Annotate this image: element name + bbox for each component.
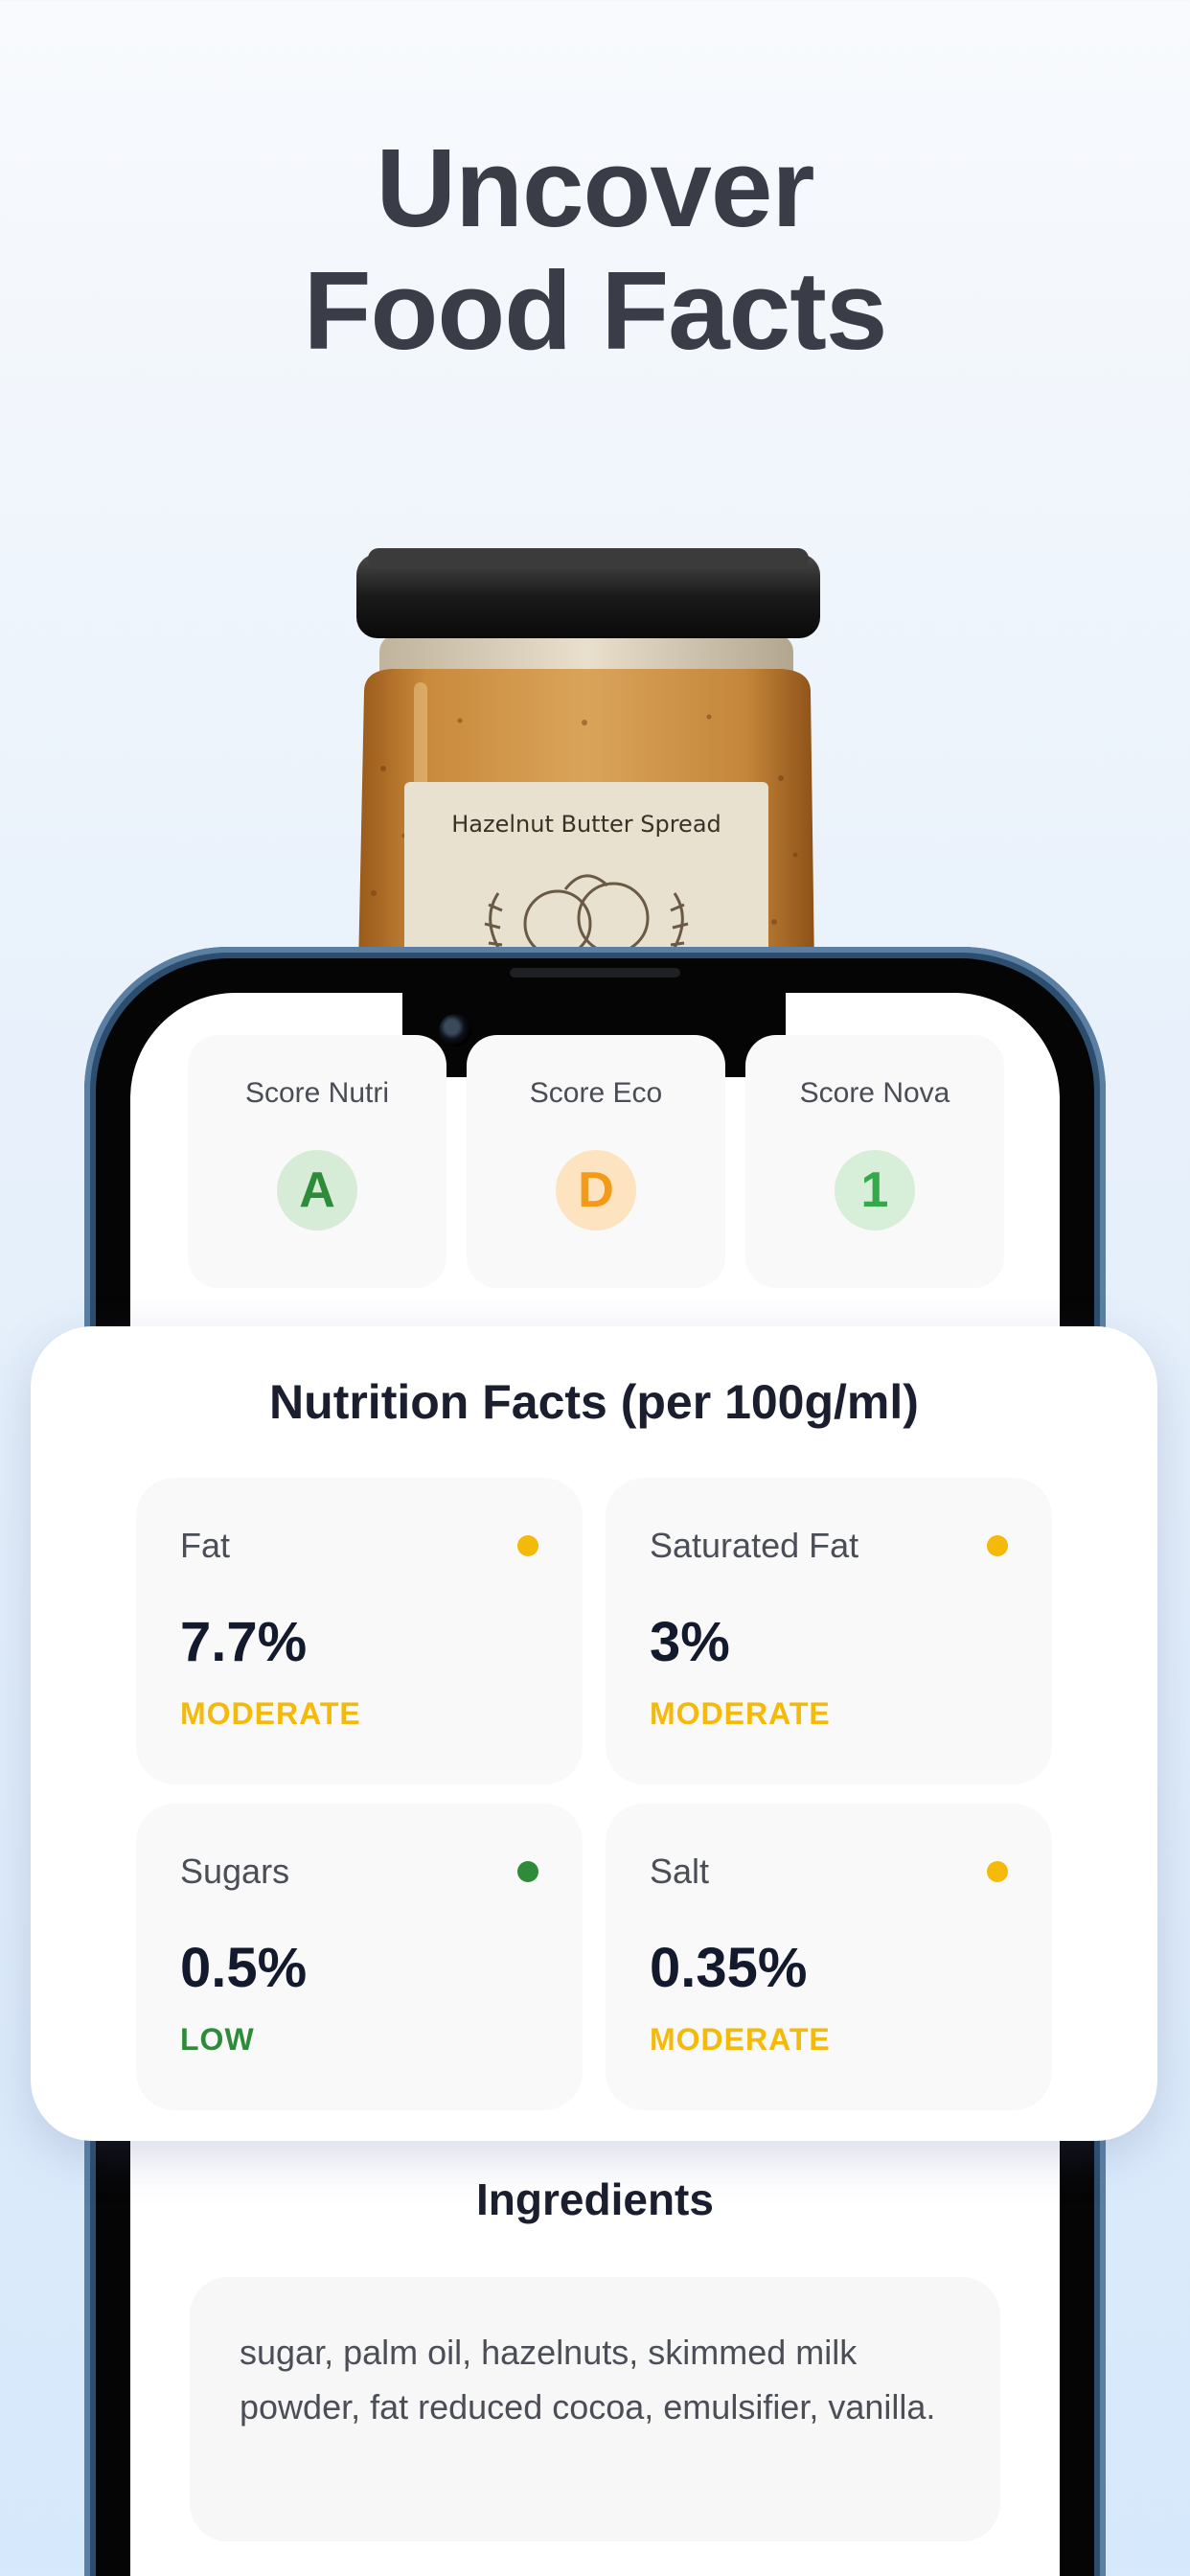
level-dot-icon [987,1861,1008,1882]
nutrient-card-fat[interactable]: Fat 7.7% MODERATE [136,1478,583,1784]
eco-score-badge: D [556,1150,636,1230]
phone-speaker [510,968,680,978]
nutrient-label: Sugars [180,1852,290,1891]
nutrition-facts-panel: Nutrition Facts (per 100g/ml) Fat 7.7% M… [31,1326,1157,2141]
headline-line-2: Food Facts [303,248,888,373]
nutrient-value: 0.35% [650,1937,808,1999]
nutrient-level: MODERATE [650,1696,831,1731]
score-card-nutri[interactable]: Score Nutri A [188,1035,446,1288]
ingredients-box: sugar, palm oil, hazelnuts, skimmed milk… [190,2277,1000,2542]
nutrient-level: MODERATE [650,2022,831,2057]
nutrient-label: Saturated Fat [650,1526,859,1565]
jar-label-text: Hazelnut Butter Spread [451,811,721,838]
front-camera-icon [439,1014,471,1046]
nutri-score-badge: A [277,1150,357,1230]
score-card-eco[interactable]: Score Eco D [467,1035,725,1288]
product-jar-image: Hazelnut Butter Spread [356,548,820,970]
level-dot-icon [987,1535,1008,1556]
ingredients-title: Ingredients [476,2174,714,2224]
score-title: Score Eco [529,1077,663,1109]
nutrient-card-salt[interactable]: Salt 0.35% MODERATE [606,1804,1052,2110]
ingredients-text: sugar, palm oil, hazelnuts, skimmed milk… [240,2333,936,2426]
headline: Uncover Food Facts [0,126,1190,372]
level-dot-icon [517,1861,538,1882]
nutrition-facts-title: Nutrition Facts (per 100g/ml) [269,1375,919,1429]
level-dot-icon [517,1535,538,1556]
score-title: Score Nutri [244,1077,390,1109]
nutrient-value: 0.5% [180,1937,308,1999]
nutrient-label: Fat [180,1526,231,1565]
headline-line-1: Uncover [376,126,814,250]
nutrient-value: 7.7% [180,1611,308,1673]
nutrient-value: 3% [650,1611,730,1673]
nova-score-badge: 1 [835,1150,915,1230]
nutrient-card-saturated-fat[interactable]: Saturated Fat 3% MODERATE [606,1478,1052,1784]
nutrient-level: MODERATE [180,1696,361,1731]
nutrient-level: LOW [180,2022,255,2057]
nutrient-label: Salt [650,1852,710,1891]
nutrient-card-sugars[interactable]: Sugars 0.5% LOW [136,1804,583,2110]
score-card-nova[interactable]: Score Nova 1 [745,1035,1004,1288]
score-title: Score Nova [799,1077,950,1109]
